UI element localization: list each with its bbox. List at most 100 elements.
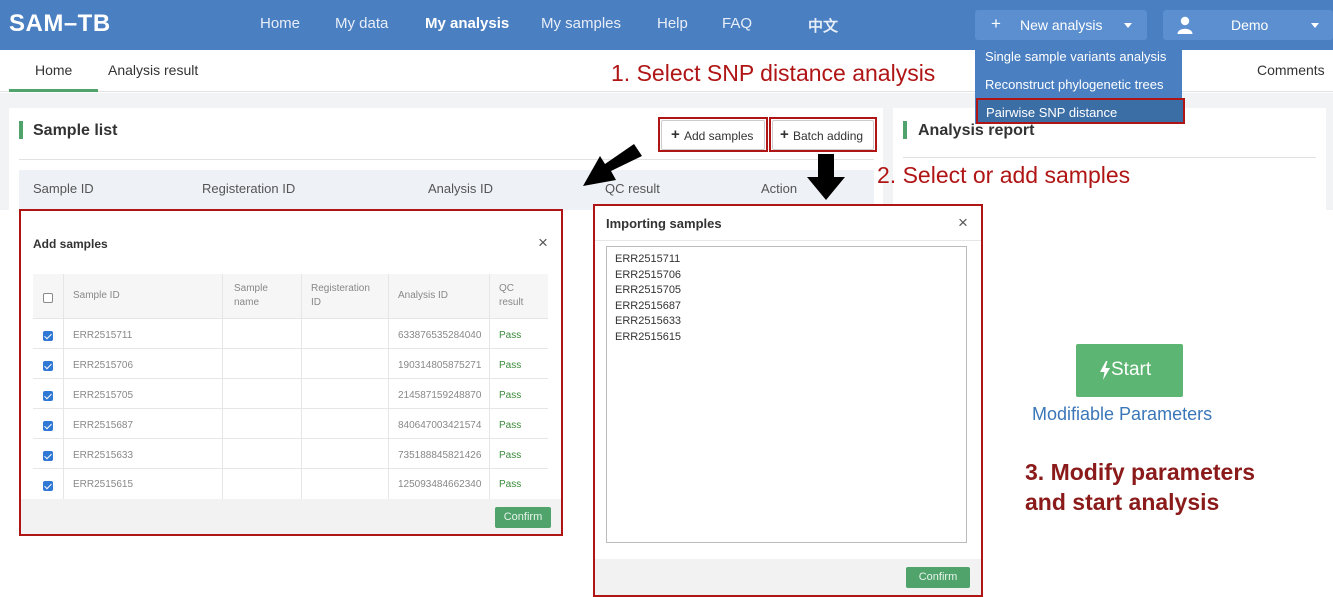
grid-line bbox=[388, 274, 389, 499]
divider bbox=[19, 159, 874, 160]
new-analysis-button[interactable]: + New analysis bbox=[975, 10, 1147, 40]
grid-line bbox=[33, 378, 548, 379]
cell-qc-result: Pass bbox=[499, 330, 522, 341]
col-registration-id-line-1: Registeration bbox=[311, 283, 370, 294]
cell-qc-result: Pass bbox=[499, 360, 522, 371]
importing-samples-modal: Importing samples × ERR2515711 ERR251570… bbox=[593, 204, 983, 597]
col-sample-name-line-2: name bbox=[234, 297, 260, 308]
nav-my-data[interactable]: My data bbox=[335, 15, 388, 32]
new-analysis-label: New analysis bbox=[1020, 17, 1103, 33]
grid-line bbox=[301, 274, 302, 499]
annotation-step-3-line-1: 3. Modify parameters bbox=[1025, 459, 1256, 485]
row-checkbox[interactable] bbox=[43, 421, 53, 431]
tab-analysis-result[interactable]: Analysis result bbox=[108, 62, 198, 78]
confirm-button[interactable]: Confirm bbox=[495, 507, 551, 528]
cell-qc-result: Pass bbox=[499, 420, 522, 431]
col-qc-result-line-2: result bbox=[499, 297, 524, 308]
cell-analysis-id: 190314805875271 bbox=[398, 360, 482, 371]
lightning-icon bbox=[1100, 361, 1110, 380]
col-registration-id: Registeration ID bbox=[311, 282, 370, 310]
modifiable-parameters-link[interactable]: Modifiable Parameters bbox=[1032, 404, 1212, 425]
grid-line bbox=[33, 468, 548, 469]
annotation-step-2: 2. Select or add samples bbox=[877, 162, 1131, 188]
cell-sample-id: ERR2515615 bbox=[73, 479, 134, 490]
col-sample-name: Sample name bbox=[234, 282, 268, 310]
divider bbox=[903, 157, 1316, 158]
annotation-step-3-line-2: and start analysis bbox=[1025, 489, 1220, 515]
row-checkbox[interactable] bbox=[43, 481, 53, 491]
cell-qc-result: Pass bbox=[499, 390, 522, 401]
active-tab-indicator bbox=[9, 89, 98, 92]
start-label: Start bbox=[1111, 359, 1152, 380]
row-checkbox[interactable] bbox=[43, 361, 53, 371]
menu-item-single-sample[interactable]: Single sample variants analysis bbox=[985, 49, 1166, 64]
add-samples-modal-title: Add samples bbox=[33, 237, 108, 251]
col-analysis-id: Analysis ID bbox=[428, 181, 494, 196]
importing-modal-title: Importing samples bbox=[606, 216, 722, 231]
nav-faq[interactable]: FAQ bbox=[722, 15, 752, 32]
close-icon[interactable]: × bbox=[538, 233, 548, 253]
page-root: SAM–TB Home My data My analysis My sampl… bbox=[0, 0, 1333, 597]
cell-analysis-id: 125093484662340 bbox=[398, 479, 482, 490]
grid-line bbox=[222, 274, 223, 499]
row-checkbox[interactable] bbox=[43, 451, 53, 461]
divider bbox=[595, 240, 981, 241]
start-button[interactable]: Start bbox=[1076, 344, 1183, 397]
col-qc-result: QC result bbox=[499, 282, 523, 310]
close-icon[interactable]: × bbox=[958, 213, 968, 233]
grid-line bbox=[33, 438, 548, 439]
sample-ids-textarea[interactable]: ERR2515711 ERR2515706 ERR2515705 ERR2515… bbox=[606, 246, 967, 543]
cell-analysis-id: 735188845821426 bbox=[398, 450, 482, 461]
cell-sample-id: ERR2515633 bbox=[73, 450, 134, 461]
caret-down-icon bbox=[1124, 23, 1132, 28]
grid-line bbox=[33, 318, 548, 319]
title-accent-bar bbox=[903, 121, 907, 139]
user-icon bbox=[1177, 16, 1193, 34]
menu-item-label: Pairwise SNP distance bbox=[986, 105, 1118, 120]
grid-line bbox=[33, 408, 548, 409]
brand-logo[interactable]: SAM–TB bbox=[9, 10, 111, 38]
arrow-down-icon bbox=[807, 154, 845, 200]
caret-down-icon bbox=[1311, 23, 1319, 28]
col-sample-id: Sample ID bbox=[73, 290, 120, 301]
col-registration-id-line-2: ID bbox=[311, 297, 321, 308]
tab-home[interactable]: Home bbox=[35, 62, 72, 78]
select-all-checkbox[interactable] bbox=[43, 293, 53, 303]
add-modal-footer: Confirm bbox=[21, 499, 561, 534]
cell-sample-id: ERR2515705 bbox=[73, 390, 134, 401]
col-registration-id: Registeration ID bbox=[202, 181, 296, 196]
cell-analysis-id: 840647003421574 bbox=[398, 420, 482, 431]
plus-icon: + bbox=[991, 14, 1001, 33]
col-analysis-id: Analysis ID bbox=[398, 290, 449, 301]
importing-modal-footer: Confirm bbox=[595, 559, 981, 595]
grid-line bbox=[63, 274, 64, 499]
menu-item-pairwise-snp-distance[interactable]: Pairwise SNP distance bbox=[976, 98, 1185, 124]
cell-sample-id: ERR2515711 bbox=[73, 330, 133, 341]
nav-home[interactable]: Home bbox=[260, 15, 300, 32]
cell-analysis-id: 214587159248870 bbox=[398, 390, 482, 401]
highlight-add-samples bbox=[658, 117, 768, 152]
highlight-batch-adding bbox=[769, 117, 877, 152]
cell-analysis-id: 633876535284040 bbox=[398, 330, 482, 341]
cell-qc-result: Pass bbox=[499, 450, 522, 461]
menu-item-phylogenetic-trees[interactable]: Reconstruct phylogenetic trees bbox=[985, 77, 1163, 92]
nav-help[interactable]: Help bbox=[657, 15, 688, 32]
row-checkbox[interactable] bbox=[43, 391, 53, 401]
row-checkbox[interactable] bbox=[43, 331, 53, 341]
col-action: Action bbox=[761, 181, 798, 196]
cell-sample-id: ERR2515706 bbox=[73, 360, 134, 371]
grid-line bbox=[33, 348, 548, 349]
nav-my-samples[interactable]: My samples bbox=[541, 15, 621, 32]
add-samples-modal: Add samples × Sample ID Sample name Regis… bbox=[19, 209, 563, 536]
col-sample-name-line-1: Sample bbox=[234, 283, 268, 294]
nav-language[interactable]: 中文 bbox=[808, 15, 838, 36]
analysis-report-title: Analysis report bbox=[918, 122, 1035, 139]
nav-my-analysis[interactable]: My analysis bbox=[425, 15, 509, 32]
cell-sample-id: ERR2515687 bbox=[73, 420, 134, 431]
confirm-button[interactable]: Confirm bbox=[906, 567, 970, 588]
col-qc-result-line-1: QC bbox=[499, 283, 514, 294]
cell-qc-result: Pass bbox=[499, 479, 522, 490]
user-menu-button[interactable]: Demo bbox=[1163, 10, 1333, 40]
grid-line bbox=[489, 274, 490, 499]
comments-link[interactable]: Comments bbox=[1257, 62, 1325, 78]
